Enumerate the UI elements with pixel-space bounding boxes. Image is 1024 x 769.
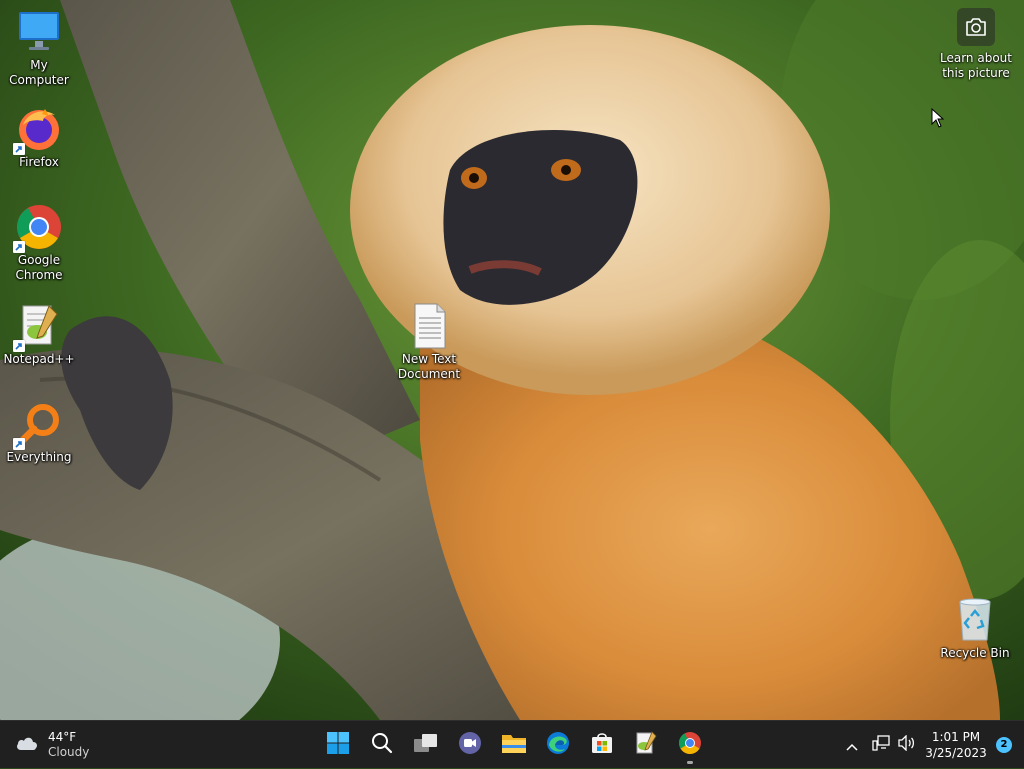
desktop-icon-label: Recycle Bin bbox=[940, 646, 1010, 660]
speaker-icon bbox=[898, 734, 916, 755]
shortcut-arrow-icon bbox=[13, 143, 25, 155]
search-icon bbox=[370, 731, 394, 759]
task-view-button[interactable] bbox=[404, 725, 448, 765]
task-view-icon bbox=[413, 732, 439, 758]
learn-about-this-picture-label: Learn about this picture bbox=[940, 51, 1012, 80]
weather-widget[interactable]: 44°F Cloudy bbox=[14, 727, 89, 763]
shortcut-arrow-icon bbox=[13, 438, 25, 450]
desktop-icon-label: Notepad++ bbox=[3, 352, 75, 366]
windows-start-icon bbox=[326, 731, 350, 759]
chrome-taskbar-button[interactable] bbox=[668, 725, 712, 765]
folder-icon bbox=[501, 732, 527, 758]
weather-condition: Cloudy bbox=[48, 745, 90, 759]
desktop-icon-google-chrome[interactable]: Google Chrome bbox=[1, 203, 77, 283]
notepadpp-icon bbox=[634, 731, 658, 759]
text-file-icon bbox=[405, 302, 453, 350]
start-button[interactable] bbox=[316, 725, 360, 765]
desktop-icon-everything[interactable]: Everything bbox=[1, 400, 77, 465]
volume-button[interactable] bbox=[894, 725, 920, 765]
desktop-icon-recycle-bin[interactable]: Recycle Bin bbox=[937, 596, 1013, 661]
store-button[interactable] bbox=[580, 725, 624, 765]
teams-chat-icon bbox=[458, 731, 482, 759]
clock-button[interactable]: 1:01 PM 3/25/2023 bbox=[920, 725, 992, 765]
desktop-icon-label: New Text Document bbox=[397, 352, 461, 381]
clock-date: 3/25/2023 bbox=[925, 746, 987, 760]
search-button[interactable] bbox=[360, 725, 404, 765]
store-icon bbox=[590, 731, 614, 759]
desktop-icon-label: My Computer bbox=[9, 58, 69, 87]
notification-badge[interactable]: 2 bbox=[996, 737, 1012, 753]
taskbar-apps bbox=[316, 721, 712, 769]
weather-temperature: 44°F bbox=[48, 730, 77, 744]
desktop-wallpaper bbox=[0, 0, 1024, 720]
desktop-icon-my-computer[interactable]: My Computer bbox=[1, 8, 77, 88]
desktop-icon-label: Firefox bbox=[19, 155, 59, 169]
firefox-icon bbox=[13, 105, 63, 155]
clock-time: 1:01 PM bbox=[931, 730, 981, 744]
cloud-icon bbox=[14, 734, 40, 756]
chat-button[interactable] bbox=[448, 725, 492, 765]
notepadpp-taskbar-button[interactable] bbox=[624, 725, 668, 765]
recycle-bin-icon bbox=[951, 596, 999, 644]
desktop-icon-label: Google Chrome bbox=[15, 253, 63, 282]
desktop-icon-new-text-document[interactable]: New Text Document bbox=[391, 302, 467, 382]
shortcut-arrow-icon bbox=[13, 241, 25, 253]
desktop-icon-notepadpp[interactable]: Notepad++ bbox=[1, 302, 77, 367]
network-button[interactable] bbox=[868, 725, 894, 765]
wallpaper-image bbox=[0, 0, 1024, 720]
desktop-icon-label: Everything bbox=[6, 450, 72, 464]
everything-search-icon bbox=[13, 400, 63, 450]
edge-icon bbox=[546, 731, 570, 759]
edge-button[interactable] bbox=[536, 725, 580, 765]
network-icon bbox=[872, 735, 890, 755]
taskbar: 44°F Cloudy 1:01 PM 3/25/2023 2 bbox=[0, 720, 1024, 768]
chevron-up-icon bbox=[846, 736, 858, 755]
monitor-icon bbox=[15, 8, 63, 56]
chrome-icon bbox=[13, 203, 63, 253]
desktop-icon-firefox[interactable]: Firefox bbox=[1, 105, 77, 170]
notepadpp-icon bbox=[13, 302, 63, 352]
system-tray: 1:01 PM 3/25/2023 2 bbox=[836, 721, 1024, 769]
learn-about-this-picture[interactable]: Learn about this picture bbox=[936, 8, 1016, 81]
show-hidden-icons-button[interactable] bbox=[836, 725, 868, 765]
chrome-icon bbox=[678, 731, 702, 759]
camera-icon bbox=[957, 8, 995, 46]
mouse-cursor-icon bbox=[931, 107, 945, 132]
shortcut-arrow-icon bbox=[13, 340, 25, 352]
file-explorer-button[interactable] bbox=[492, 725, 536, 765]
